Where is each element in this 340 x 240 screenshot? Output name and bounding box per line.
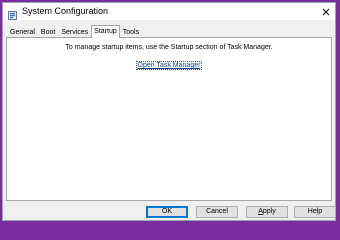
system-config-icon — [8, 7, 17, 20]
title-bar[interactable]: System Configuration — [3, 3, 335, 20]
tab-startup[interactable]: Startup — [91, 25, 120, 38]
window-title: System Configuration — [22, 6, 109, 16]
help-button[interactable]: Help — [294, 206, 336, 218]
system-configuration-window: System Configuration General Boot Servic… — [2, 2, 336, 221]
link-row: Open Task Manager — [7, 61, 331, 70]
startup-message: To manage startup items, use the Startup… — [65, 44, 273, 51]
cancel-button[interactable]: Cancel — [196, 206, 238, 218]
startup-tab-panel: To manage startup items, use the Startup… — [6, 37, 332, 201]
ok-button[interactable]: OK — [146, 206, 188, 218]
close-icon — [322, 3, 330, 21]
apply-label-rest: pply — [262, 208, 276, 215]
close-button[interactable] — [317, 3, 335, 20]
tab-strip: General Boot Services Startup Tools — [7, 25, 142, 38]
open-task-manager-link[interactable]: Open Task Manager — [135, 61, 203, 70]
apply-button[interactable]: Apply — [246, 206, 288, 218]
